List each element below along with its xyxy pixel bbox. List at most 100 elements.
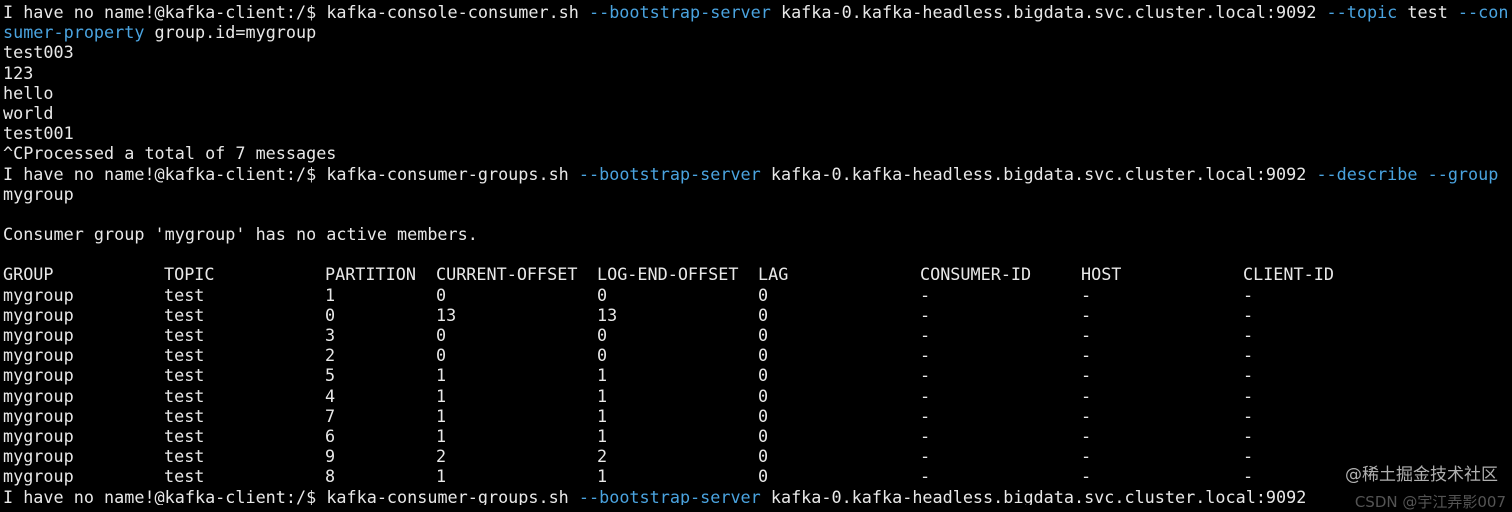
- cell-partition: 3: [325, 325, 336, 345]
- header-partition: PARTITION: [325, 264, 416, 285]
- command-line-wrap: mygroup: [3, 184, 1512, 204]
- command-line-wrap: sumer-property group.id=mygroup: [3, 22, 1512, 42]
- cell-lag: 0: [758, 345, 769, 366]
- command-program: kafka-consumer-groups.sh: [326, 163, 579, 184]
- cell-group: mygroup: [3, 466, 74, 487]
- cell-group: mygroup: [3, 284, 74, 305]
- cell-consumer-id: -: [920, 345, 931, 366]
- option-value-server: kafka-0.kafka-headless.bigdata.svc.clust…: [770, 2, 1327, 22]
- cell-consumer-id: -: [920, 425, 931, 446]
- cell-host: -: [1081, 304, 1092, 325]
- cell-group: mygroup: [3, 304, 74, 325]
- command-line-consumer-groups-describe: I have no name!@kafka-client:/$ kafka-co…: [3, 164, 1512, 184]
- cell-lag: 0: [758, 365, 769, 386]
- table-body: mygroup test 1 0 0 0- - - mygroup test 0 13 13 0- - - my…: [3, 285, 1512, 487]
- cell-log-end-offset: 1: [597, 425, 608, 446]
- cell-current-offset: 0: [436, 284, 447, 305]
- option-consumer-property-part2: sumer-property: [3, 22, 145, 43]
- cell-consumer-id: -: [920, 405, 931, 426]
- output-message: test001: [3, 123, 74, 144]
- cell-log-end-offset: 13: [597, 304, 618, 325]
- option-topic: --topic: [1326, 2, 1398, 22]
- output-processed-summary: ^CProcessed a total of 7 messages: [3, 143, 337, 164]
- option-value-consumer-property: group.id=mygroup: [144, 22, 317, 43]
- cell-group: mygroup: [3, 345, 74, 366]
- cell-partition: 6: [325, 425, 336, 446]
- cell-host: -: [1081, 446, 1092, 467]
- cell-current-offset: 2: [436, 446, 447, 467]
- cell-log-end-offset: 1: [597, 385, 608, 406]
- command-line-consumer-groups: I have no name!@kafka-client:/$ kafka-co…: [3, 487, 1512, 506]
- watermark: @稀土掘金技术社区: [1345, 465, 1498, 485]
- shell-prompt: I have no name!@kafka-client:/$: [3, 2, 327, 22]
- cell-lag: 0: [758, 466, 769, 487]
- cell-partition: 1: [325, 284, 336, 305]
- cell-group: mygroup: [3, 405, 74, 426]
- header-log-end-offset: LOG-END-OFFSET: [597, 264, 739, 285]
- cell-topic: test: [164, 425, 205, 446]
- cell-client-id: -: [1243, 284, 1254, 305]
- cell-consumer-id: -: [920, 304, 931, 325]
- option-value-server: kafka-0.kafka-headless.bigdata.svc.clust…: [760, 486, 1307, 506]
- command-program: kafka-console-consumer.sh: [326, 2, 589, 22]
- table-row: mygroup test 7 1 1 0 - - -: [3, 406, 1512, 426]
- shell-prompt: I have no name!@kafka-client:/$: [3, 163, 327, 184]
- cell-current-offset: 1: [436, 425, 447, 446]
- cell-host: -: [1081, 425, 1092, 446]
- option-describe: --describe: [1316, 163, 1418, 184]
- option-consumer-property-part1: --con: [1457, 2, 1509, 22]
- option-group: --group: [1427, 163, 1499, 184]
- cell-consumer-id: -: [920, 446, 931, 467]
- watermark-csdn: CSDN @宇江弄影007: [1354, 493, 1506, 511]
- cell-log-end-offset: 0: [597, 345, 608, 366]
- cell-client-id: -: [1243, 325, 1254, 345]
- table-row: mygroup test 8 1 1 0 - - -: [3, 466, 1512, 486]
- command-program: kafka-consumer-groups.sh: [326, 486, 579, 506]
- cell-topic: test: [164, 284, 205, 305]
- cell-partition: 4: [325, 385, 336, 406]
- header-topic: TOPIC: [164, 264, 215, 285]
- cell-group: mygroup: [3, 446, 74, 467]
- cell-group: mygroup: [3, 385, 74, 406]
- consumer-group-table: GROUP TOPIC PARTITION CURRENT-OFFSET LOG…: [3, 264, 1512, 486]
- table-row: mygroup test 4 1 1 0 - - -: [3, 386, 1512, 406]
- output-no-active-members: Consumer group 'mygroup' has no active m…: [3, 224, 478, 245]
- cell-client-id: -: [1243, 365, 1254, 386]
- header-host: HOST: [1081, 264, 1122, 285]
- cell-topic: test: [164, 466, 205, 487]
- option-bootstrap-server: --bootstrap-server: [589, 2, 771, 22]
- cell-topic: test: [164, 304, 205, 325]
- cell-host: -: [1081, 405, 1092, 426]
- cell-current-offset: 1: [436, 405, 447, 426]
- cell-topic: test: [164, 365, 205, 386]
- cell-partition: 0: [325, 304, 336, 325]
- cell-current-offset: 1: [436, 365, 447, 386]
- cell-host: -: [1081, 365, 1092, 386]
- option-bootstrap-server: --bootstrap-server: [578, 163, 761, 184]
- table-row: mygroup test 1 0 0 0 - - -: [3, 285, 1512, 305]
- header-client-id: CLIENT-ID: [1243, 264, 1334, 285]
- cell-log-end-offset: 0: [597, 284, 608, 305]
- table-row: mygroup test 0 13 13 0 - - -: [3, 305, 1512, 325]
- shell-prompt: I have no name!@kafka-client:/$: [3, 486, 327, 506]
- cell-consumer-id: -: [920, 466, 931, 487]
- command-line-console-consumer: I have no name!@kafka-client:/$ kafka-co…: [3, 2, 1512, 22]
- terminal-window[interactable]: I have no name!@kafka-client:/$ kafka-co…: [0, 0, 1512, 505]
- cell-lag: 0: [758, 385, 769, 406]
- header-lag: LAG: [758, 264, 789, 285]
- cell-client-id: -: [1243, 425, 1254, 446]
- cell-log-end-offset: 1: [597, 365, 608, 386]
- cell-consumer-id: -: [920, 365, 931, 386]
- table-row: mygroup test 5 1 1 0 - - -: [3, 365, 1512, 385]
- output-message: test003: [3, 42, 74, 63]
- cell-lag: 0: [758, 325, 769, 345]
- cell-topic: test: [164, 385, 205, 406]
- cell-lag: 0: [758, 425, 769, 446]
- cell-log-end-offset: 1: [597, 466, 608, 487]
- cell-log-end-offset: 1: [597, 405, 608, 426]
- cell-partition: 7: [325, 405, 336, 426]
- output-message: 123: [3, 62, 34, 83]
- option-bootstrap-server: --bootstrap-server: [578, 486, 761, 506]
- cell-client-id: -: [1243, 466, 1254, 487]
- table-header-row: GROUP TOPIC PARTITION CURRENT-OFFSET LOG…: [3, 264, 1512, 284]
